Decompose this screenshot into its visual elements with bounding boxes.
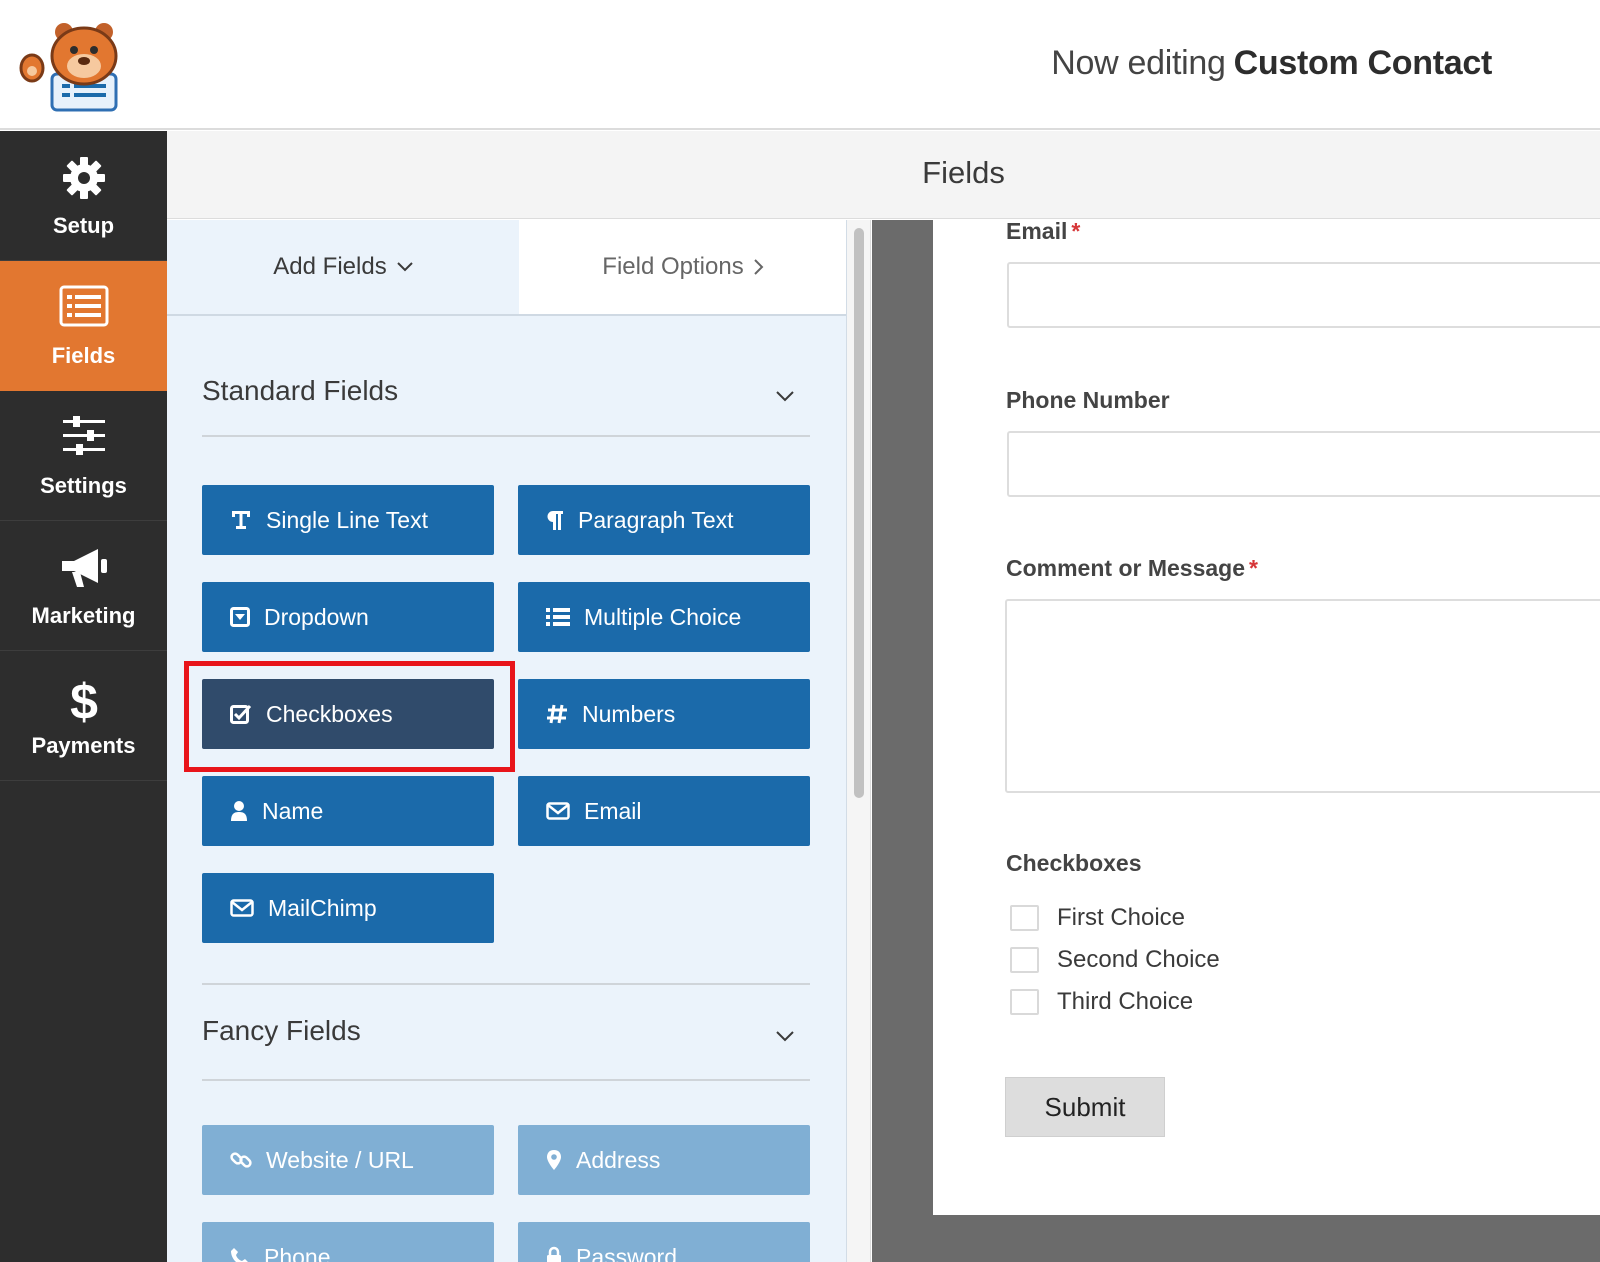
checkbox-choice-second[interactable]: Second Choice <box>1010 946 1220 974</box>
submit-button[interactable]: Submit <box>1005 1077 1165 1137</box>
button-label: Website / URL <box>266 1146 414 1173</box>
chevron-down-icon <box>396 262 413 272</box>
form-preview: Email * Phone Number Comment or Message * … <box>933 218 1600 1215</box>
phone-icon <box>231 1248 248 1262</box>
sliders-icon <box>62 416 105 455</box>
chevron-down-icon <box>776 391 794 402</box>
text-icon <box>232 511 250 529</box>
tab-field-options-label: Field Options <box>602 253 744 280</box>
button-label: Address <box>576 1146 661 1173</box>
button-label: Email <box>584 797 642 824</box>
checkbox[interactable] <box>1010 905 1039 931</box>
phone-button[interactable]: Phone <box>202 1222 494 1262</box>
checkbox-choice-first[interactable]: First Choice <box>1010 904 1185 932</box>
tab-add-fields-label: Add Fields <box>273 253 387 280</box>
gear-icon <box>62 157 105 199</box>
tab-field-options[interactable]: Field Options <box>519 220 846 314</box>
sidebar-item-label: Payments <box>31 733 136 758</box>
now-editing-prefix: Now editing <box>1051 44 1226 82</box>
lock-icon <box>547 1246 561 1262</box>
scrollbar-thumb[interactable] <box>854 228 864 798</box>
required-asterisk: * <box>1249 555 1258 581</box>
button-label: Dropdown <box>264 603 369 630</box>
email-field-label: Email * <box>1006 218 1080 245</box>
tab-add-fields[interactable]: Add Fields <box>167 220 519 314</box>
comment-message-field[interactable] <box>1005 599 1600 793</box>
sidebar-item-label: Marketing <box>31 603 136 628</box>
button-label: Multiple Choice <box>584 603 742 630</box>
single-line-text-button[interactable]: Single Line Text <box>202 485 494 555</box>
button-label: Paragraph Text <box>578 506 734 533</box>
checkboxes-field-label: Checkboxes <box>1006 850 1142 876</box>
envelope-icon <box>230 899 254 917</box>
panel-tabs: Add Fields Field Options <box>167 220 846 316</box>
button-label: Name <box>262 797 324 824</box>
dropdown-icon <box>230 607 250 627</box>
mailchimp-button[interactable]: MailChimp <box>202 873 494 943</box>
email-label-text: Email <box>1006 218 1068 244</box>
add-fields-panel: Add Fields Field Options Standard Fields… <box>167 220 847 1262</box>
paragraph-icon <box>547 511 563 530</box>
choice-label: Third Choice <box>1057 988 1194 1015</box>
map-pin-icon <box>547 1150 561 1170</box>
user-icon <box>231 801 247 821</box>
comment-field-label: Comment or Message * <box>1006 555 1258 582</box>
standard-fields-title: Standard Fields <box>202 375 399 406</box>
phone-number-field[interactable] <box>1007 431 1600 497</box>
numbers-button[interactable]: Numbers <box>518 679 810 749</box>
hash-icon <box>547 704 567 724</box>
sidebar-item-fields[interactable]: Fields <box>0 261 167 391</box>
checkboxes-highlight-box <box>184 661 515 772</box>
button-label: Phone <box>264 1243 331 1262</box>
builder-sidebar: Setup Fields Settings Marketing $ Paymen… <box>0 131 167 1262</box>
fields-header-bar: Fields <box>167 131 1600 219</box>
website-url-button[interactable]: Website / URL <box>202 1125 494 1195</box>
wpforms-bear-logo <box>18 16 122 112</box>
chevron-right-icon <box>753 259 764 275</box>
form-name: Custom Contact <box>1233 44 1493 82</box>
email-field[interactable] <box>1007 262 1600 328</box>
checkbox[interactable] <box>1010 947 1039 973</box>
envelope-icon <box>546 802 570 820</box>
sidebar-item-label: Fields <box>51 343 116 368</box>
fancy-fields-header[interactable]: Fancy Fields <box>202 983 810 1081</box>
dollar-icon: $ <box>70 675 98 727</box>
button-label: Numbers <box>582 700 676 727</box>
sidebar-item-settings[interactable]: Settings <box>0 391 167 521</box>
standard-fields-header[interactable]: Standard Fields <box>202 375 810 437</box>
name-button[interactable]: Name <box>202 776 494 846</box>
email-button[interactable]: Email <box>518 776 810 846</box>
panel-scrollbar[interactable] <box>847 220 871 1262</box>
sidebar-item-label: Settings <box>40 473 127 498</box>
sidebar-item-setup[interactable]: Setup <box>0 131 167 261</box>
sidebar-item-label: Setup <box>52 213 115 238</box>
comment-label-text: Comment or Message <box>1006 555 1246 581</box>
choice-label: Second Choice <box>1057 946 1220 973</box>
page-title: Fields <box>922 155 1005 190</box>
now-editing-title: Now editing Custom Contact <box>1051 44 1492 83</box>
chevron-down-icon <box>776 1031 794 1042</box>
dropdown-button[interactable]: Dropdown <box>202 582 494 652</box>
fields-list-icon <box>59 285 108 327</box>
megaphone-icon <box>61 549 107 587</box>
required-asterisk: * <box>1071 218 1081 244</box>
button-label: Single Line Text <box>266 506 428 533</box>
phone-field-label: Phone Number <box>1006 387 1170 413</box>
sidebar-item-payments[interactable]: $ Payments <box>0 651 167 781</box>
password-button[interactable]: Password <box>518 1222 810 1262</box>
link-icon <box>230 1152 252 1168</box>
button-label: MailChimp <box>268 894 377 921</box>
address-button[interactable]: Address <box>518 1125 810 1195</box>
sidebar-item-marketing[interactable]: Marketing <box>0 521 167 651</box>
list-icon <box>546 608 570 626</box>
svg-text:$: $ <box>70 675 98 727</box>
choice-label: First Choice <box>1057 904 1186 931</box>
checkbox[interactable] <box>1010 989 1039 1015</box>
top-bar: Now editing Custom Contact <box>0 0 1600 130</box>
checkbox-choice-third[interactable]: Third Choice <box>1010 988 1193 1016</box>
paragraph-text-button[interactable]: Paragraph Text <box>518 485 810 555</box>
button-label: Password <box>576 1243 677 1262</box>
multiple-choice-button[interactable]: Multiple Choice <box>518 582 810 652</box>
fancy-fields-title: Fancy Fields <box>202 1015 361 1046</box>
